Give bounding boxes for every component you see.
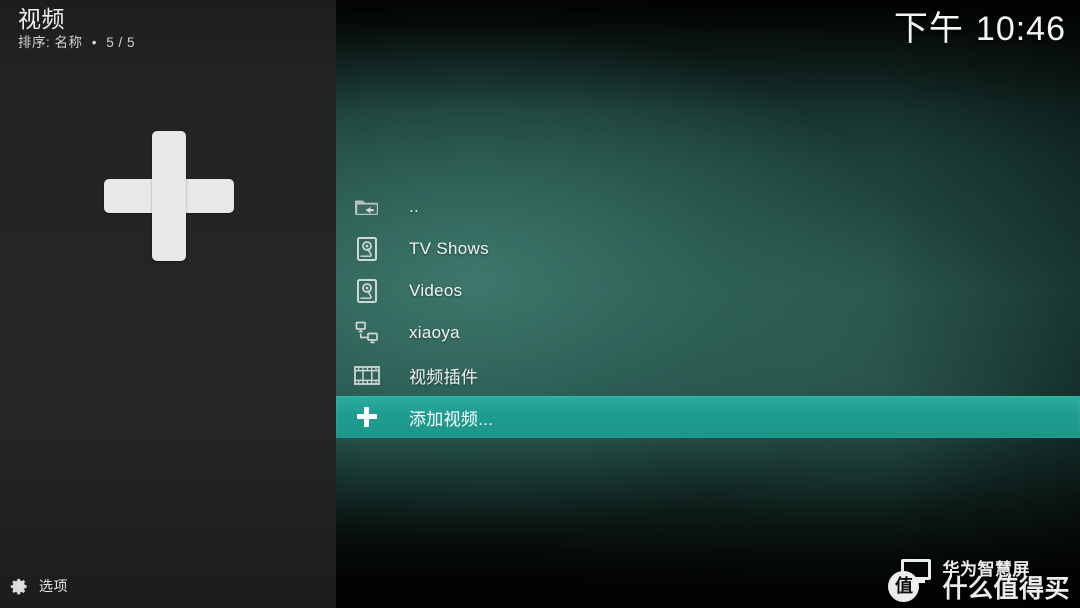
film-strip-icon xyxy=(354,365,380,385)
list-item-label: Videos xyxy=(409,281,463,300)
list-item-icon xyxy=(354,320,380,346)
options-label: 选项 xyxy=(39,578,68,594)
watermark-line-2: 什么值得买 xyxy=(942,574,1070,603)
panel-header: 视频 排序: 名称 • 5 / 5 xyxy=(18,6,318,51)
network-computers-icon xyxy=(355,321,378,344)
hard-disk-icon xyxy=(357,237,377,261)
options-button[interactable]: 选项 xyxy=(10,576,68,596)
list-item[interactable]: TV Shows xyxy=(336,228,1080,270)
sort-info: 排序: 名称 • 5 / 5 xyxy=(18,34,318,51)
plus-icon xyxy=(104,131,234,261)
kodi-video-browser-screen: 下午 10:46 视频 排序: 名称 • 5 / 5 选项 .. TV Shows xyxy=(0,0,1080,608)
plus-icon xyxy=(357,407,377,427)
list-item-label: 添加视频... xyxy=(409,409,494,429)
list-item[interactable]: 添加视频... xyxy=(336,396,1080,438)
clock-time: 10:46 xyxy=(975,10,1066,48)
hard-disk-icon xyxy=(357,279,377,303)
watermark-badge: 值 xyxy=(888,571,920,602)
list-item[interactable]: xiaoya xyxy=(336,312,1080,354)
watermark: 值 华为智慧屏 什么值得买 xyxy=(888,558,1070,602)
list-item-icon xyxy=(354,404,380,430)
list-item-label: .. xyxy=(409,197,420,216)
list-item-icon xyxy=(354,236,380,262)
watermark-text: 华为智慧屏 什么值得买 xyxy=(942,561,1070,602)
list-item[interactable]: Videos xyxy=(336,270,1080,312)
sort-prefix-label: 排序: xyxy=(18,35,51,50)
list-item-label: 视频插件 xyxy=(409,367,479,387)
item-count-label: 5 / 5 xyxy=(106,35,136,50)
gear-icon xyxy=(10,578,27,594)
list-item[interactable]: .. xyxy=(336,186,1080,228)
clock-period: 下午 xyxy=(893,10,964,48)
video-source-list: .. TV Shows Videos xiaoya 视频插件添加视频... xyxy=(336,186,1080,438)
plus-icon-vertical-bar xyxy=(364,407,369,427)
clock: 下午 10:46 xyxy=(894,7,1066,51)
sort-value-label: 名称 xyxy=(54,35,83,50)
list-item-icon xyxy=(354,362,380,388)
list-item-label: TV Shows xyxy=(409,239,489,258)
folder-parent-icon xyxy=(355,200,378,215)
list-item-icon xyxy=(354,278,380,304)
list-item-label: xiaoya xyxy=(409,323,460,342)
list-item[interactable]: 视频插件 xyxy=(336,354,1080,396)
plus-icon-vertical-bar xyxy=(152,131,186,261)
page-title: 视频 xyxy=(18,6,65,32)
list-item-icon xyxy=(354,194,380,220)
watermark-logo: 值 xyxy=(888,558,936,602)
left-info-panel: 视频 排序: 名称 • 5 / 5 选项 xyxy=(0,0,336,608)
separator-dot: • xyxy=(91,35,98,50)
